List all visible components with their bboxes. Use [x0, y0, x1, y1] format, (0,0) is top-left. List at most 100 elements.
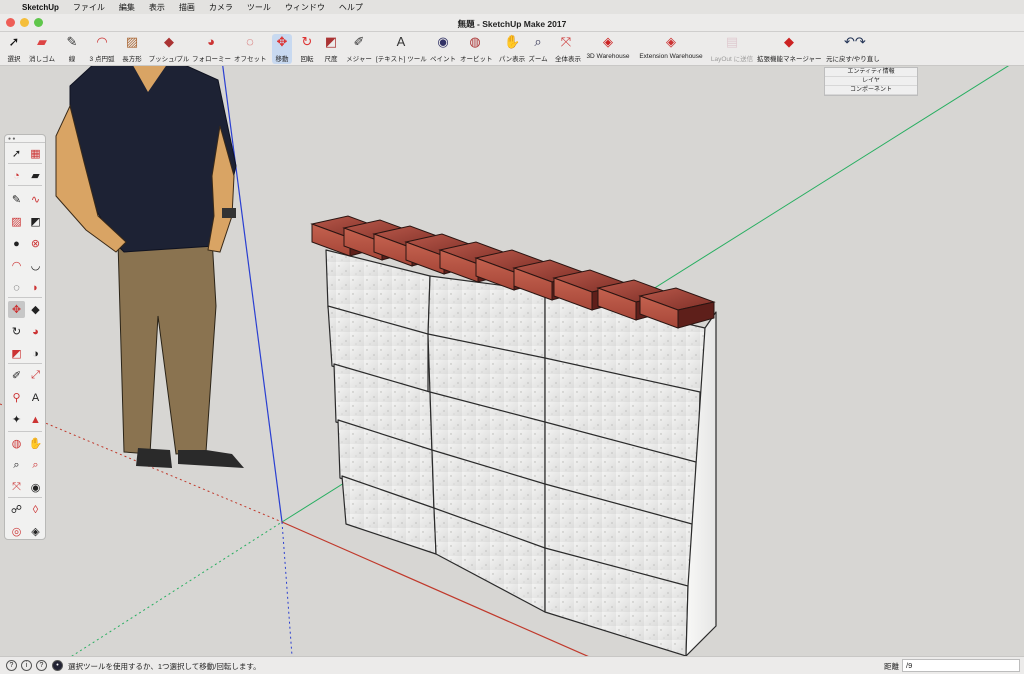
rectangle-tool-icon[interactable]: ▨: [8, 213, 25, 230]
zoom-extents-tool-icon[interactable]: ⤧: [8, 479, 25, 496]
three-point-arc-tool-icon[interactable]: ◌: [8, 279, 25, 296]
palette-separator: [8, 163, 42, 164]
menu-window[interactable]: ウィンドウ: [285, 2, 325, 13]
toolbar-label: フォローミー: [192, 56, 231, 63]
zoom-extents-icon: ⤧: [560, 34, 572, 49]
instructor-icon[interactable]: •: [52, 660, 63, 671]
two-point-arc-tool-icon[interactable]: ◡: [27, 257, 44, 274]
eraser-icon: ▰: [37, 34, 47, 49]
pie-tool-icon[interactable]: ◗: [27, 279, 44, 296]
offset-icon: ◌: [246, 34, 254, 49]
toolbar-button-12[interactable]: A [テキスト] ツール: [376, 34, 427, 64]
position-camera-tool-icon[interactable]: ☍: [8, 501, 25, 518]
offset-tool-icon[interactable]: ◑: [27, 345, 44, 362]
3d-text-tool-icon[interactable]: ▲: [27, 411, 44, 428]
extension-warehouse-icon: ◈: [666, 34, 676, 49]
axes-tool-icon[interactable]: ✦: [8, 411, 25, 428]
zoom-tool-icon[interactable]: ⌕: [8, 457, 25, 474]
toolbar-button-14[interactable]: ◍ オービット: [460, 34, 493, 64]
scene-canvas[interactable]: [0, 66, 1024, 656]
select-tool-icon[interactable]: ➚: [8, 145, 25, 162]
help-icon[interactable]: ?: [36, 660, 47, 671]
toolbar-button-6[interactable]: ◕ フォローミー: [192, 34, 231, 64]
walk-tool-icon[interactable]: ◎: [8, 523, 25, 540]
arc-icon: ◠: [96, 34, 108, 49]
toolbar-button-8[interactable]: ✥ 移動: [272, 34, 292, 64]
eraser-tool-icon[interactable]: ▰: [27, 167, 44, 184]
status-bar: ? i ? • 選択ツールを使用するか、1つ選択して移動/回転します。 距離 /…: [0, 656, 1024, 674]
palette-separator: [8, 363, 42, 364]
follow-me-tool-icon[interactable]: ◕: [27, 323, 44, 340]
main-toolbar: ➚ 選択 ▰ 消しゴム ✎ 線 ◠ 3 点円弧 ▨ 長方形 ◆ プッシュ/プル ◕ フォローミー ◌ オフセッ…: [0, 32, 1024, 66]
palette-separator: [8, 497, 42, 498]
toolbar-button-19[interactable]: ◈ Extension Warehouse: [636, 34, 706, 64]
toolbar-button-7[interactable]: ◌ オフセット: [234, 34, 267, 64]
tape-measure-icon: ✐: [353, 34, 365, 49]
toolbar-button-9[interactable]: ↻ 回転: [297, 34, 317, 64]
tray-components[interactable]: コンポーネント: [825, 86, 917, 95]
rotate-icon: ↻: [301, 34, 313, 49]
menu-draw[interactable]: 描画: [179, 2, 195, 13]
credits-icon[interactable]: i: [21, 660, 32, 671]
toolbar-button-16[interactable]: ⌕ ズーム: [528, 34, 548, 64]
toolbar-button-13[interactable]: ◉ ペイント: [430, 34, 456, 64]
menu-view[interactable]: 表示: [149, 2, 165, 13]
toolbar-button-15[interactable]: ✋ パン表示: [497, 34, 527, 64]
section-plane-tool-icon[interactable]: ◈: [27, 523, 44, 540]
palette-grip[interactable]: ● ●: [5, 135, 45, 143]
toolbar-button-2[interactable]: ✎ 線: [60, 34, 84, 64]
toolbar-button-0[interactable]: ➚ 選択: [3, 34, 25, 64]
axis-blue-dotted: [281, 521, 293, 656]
tape-tool-icon[interactable]: ✐: [8, 367, 25, 384]
toolbar-button-5[interactable]: ◆ プッシュ/プル: [148, 34, 190, 64]
toolbar-label: 線: [68, 56, 76, 63]
move-tool-icon[interactable]: ✥: [8, 301, 25, 318]
scale-tool-icon[interactable]: ◩: [8, 345, 25, 362]
default-tray: エンティティ情報 レイヤ コンポーネント: [824, 67, 918, 96]
geo-location-icon[interactable]: ?: [6, 660, 17, 671]
menu-tools[interactable]: ツール: [247, 2, 271, 13]
toolbar-button-17[interactable]: ⤧ 全体表示: [555, 34, 581, 64]
toolbar-button-1[interactable]: ▰ 消しゴム: [27, 34, 57, 64]
menu-help[interactable]: ヘルプ: [339, 2, 363, 13]
menu-edit[interactable]: 編集: [119, 2, 135, 13]
rotated-rect-tool-icon[interactable]: ◩: [27, 213, 44, 230]
toolbar-button-10[interactable]: ◩ 尺度: [322, 34, 340, 64]
palette-separator: [8, 431, 42, 432]
zoom-window-tool-icon[interactable]: ⌕: [27, 457, 44, 474]
zoom-icon: ⌕: [534, 34, 542, 49]
pan-tool-icon[interactable]: ✋: [27, 435, 44, 452]
paint-tool-icon[interactable]: ◔: [8, 167, 25, 184]
arc-tool-icon[interactable]: ◠: [8, 257, 25, 274]
text-tool-icon[interactable]: A: [27, 389, 44, 406]
line-tool-icon[interactable]: ✎: [8, 191, 25, 208]
measurements-input[interactable]: /9: [902, 659, 1020, 672]
modeling-viewport[interactable]: [0, 66, 1024, 656]
menu-bar: SketchUp ファイル 編集 表示 描画 カメラ ツール ウィンドウ ヘルプ: [0, 0, 1024, 14]
orbit-tool-icon[interactable]: ◍: [8, 435, 25, 452]
tray-layers[interactable]: レイヤ: [825, 77, 917, 86]
toolbar-button-20[interactable]: ▤ LayOut に送信: [709, 34, 755, 64]
toolbar-button-3[interactable]: ◠ 3 点円弧: [88, 34, 116, 64]
tray-entity-info[interactable]: エンティティ情報: [825, 68, 917, 77]
toolbar-button-22[interactable]: ↶↷ 元に戻す/やり直し: [826, 34, 880, 64]
toolbar-button-11[interactable]: ✐ メジャー: [345, 34, 373, 64]
previous-tool-icon[interactable]: ◉: [27, 479, 44, 496]
menu-camera[interactable]: カメラ: [209, 2, 233, 13]
look-around-tool-icon[interactable]: ◊: [27, 501, 44, 518]
paint-bucket-icon: ◉: [437, 34, 449, 49]
component-tool-icon[interactable]: ▦: [27, 145, 44, 162]
toolbar-button-4[interactable]: ▨ 長方形: [118, 34, 146, 64]
push-pull-tool-icon[interactable]: ◆: [27, 301, 44, 318]
circle-tool-icon[interactable]: ●: [8, 235, 25, 252]
dimension-tool-icon[interactable]: ⤢: [27, 367, 44, 384]
toolbar-label: ズーム: [528, 56, 548, 63]
rotate-tool-icon[interactable]: ↻: [8, 323, 25, 340]
menu-file[interactable]: ファイル: [73, 2, 105, 13]
protractor-tool-icon[interactable]: ⚲: [8, 389, 25, 406]
toolbar-button-21[interactable]: ◆ 拡張機能マネージャー: [757, 34, 822, 64]
menu-app-name[interactable]: SketchUp: [22, 3, 59, 12]
polygon-tool-icon[interactable]: ⊗: [27, 235, 44, 252]
toolbar-button-18[interactable]: ◈ 3D Warehouse: [584, 34, 632, 64]
freehand-tool-icon[interactable]: ∿: [27, 191, 44, 208]
